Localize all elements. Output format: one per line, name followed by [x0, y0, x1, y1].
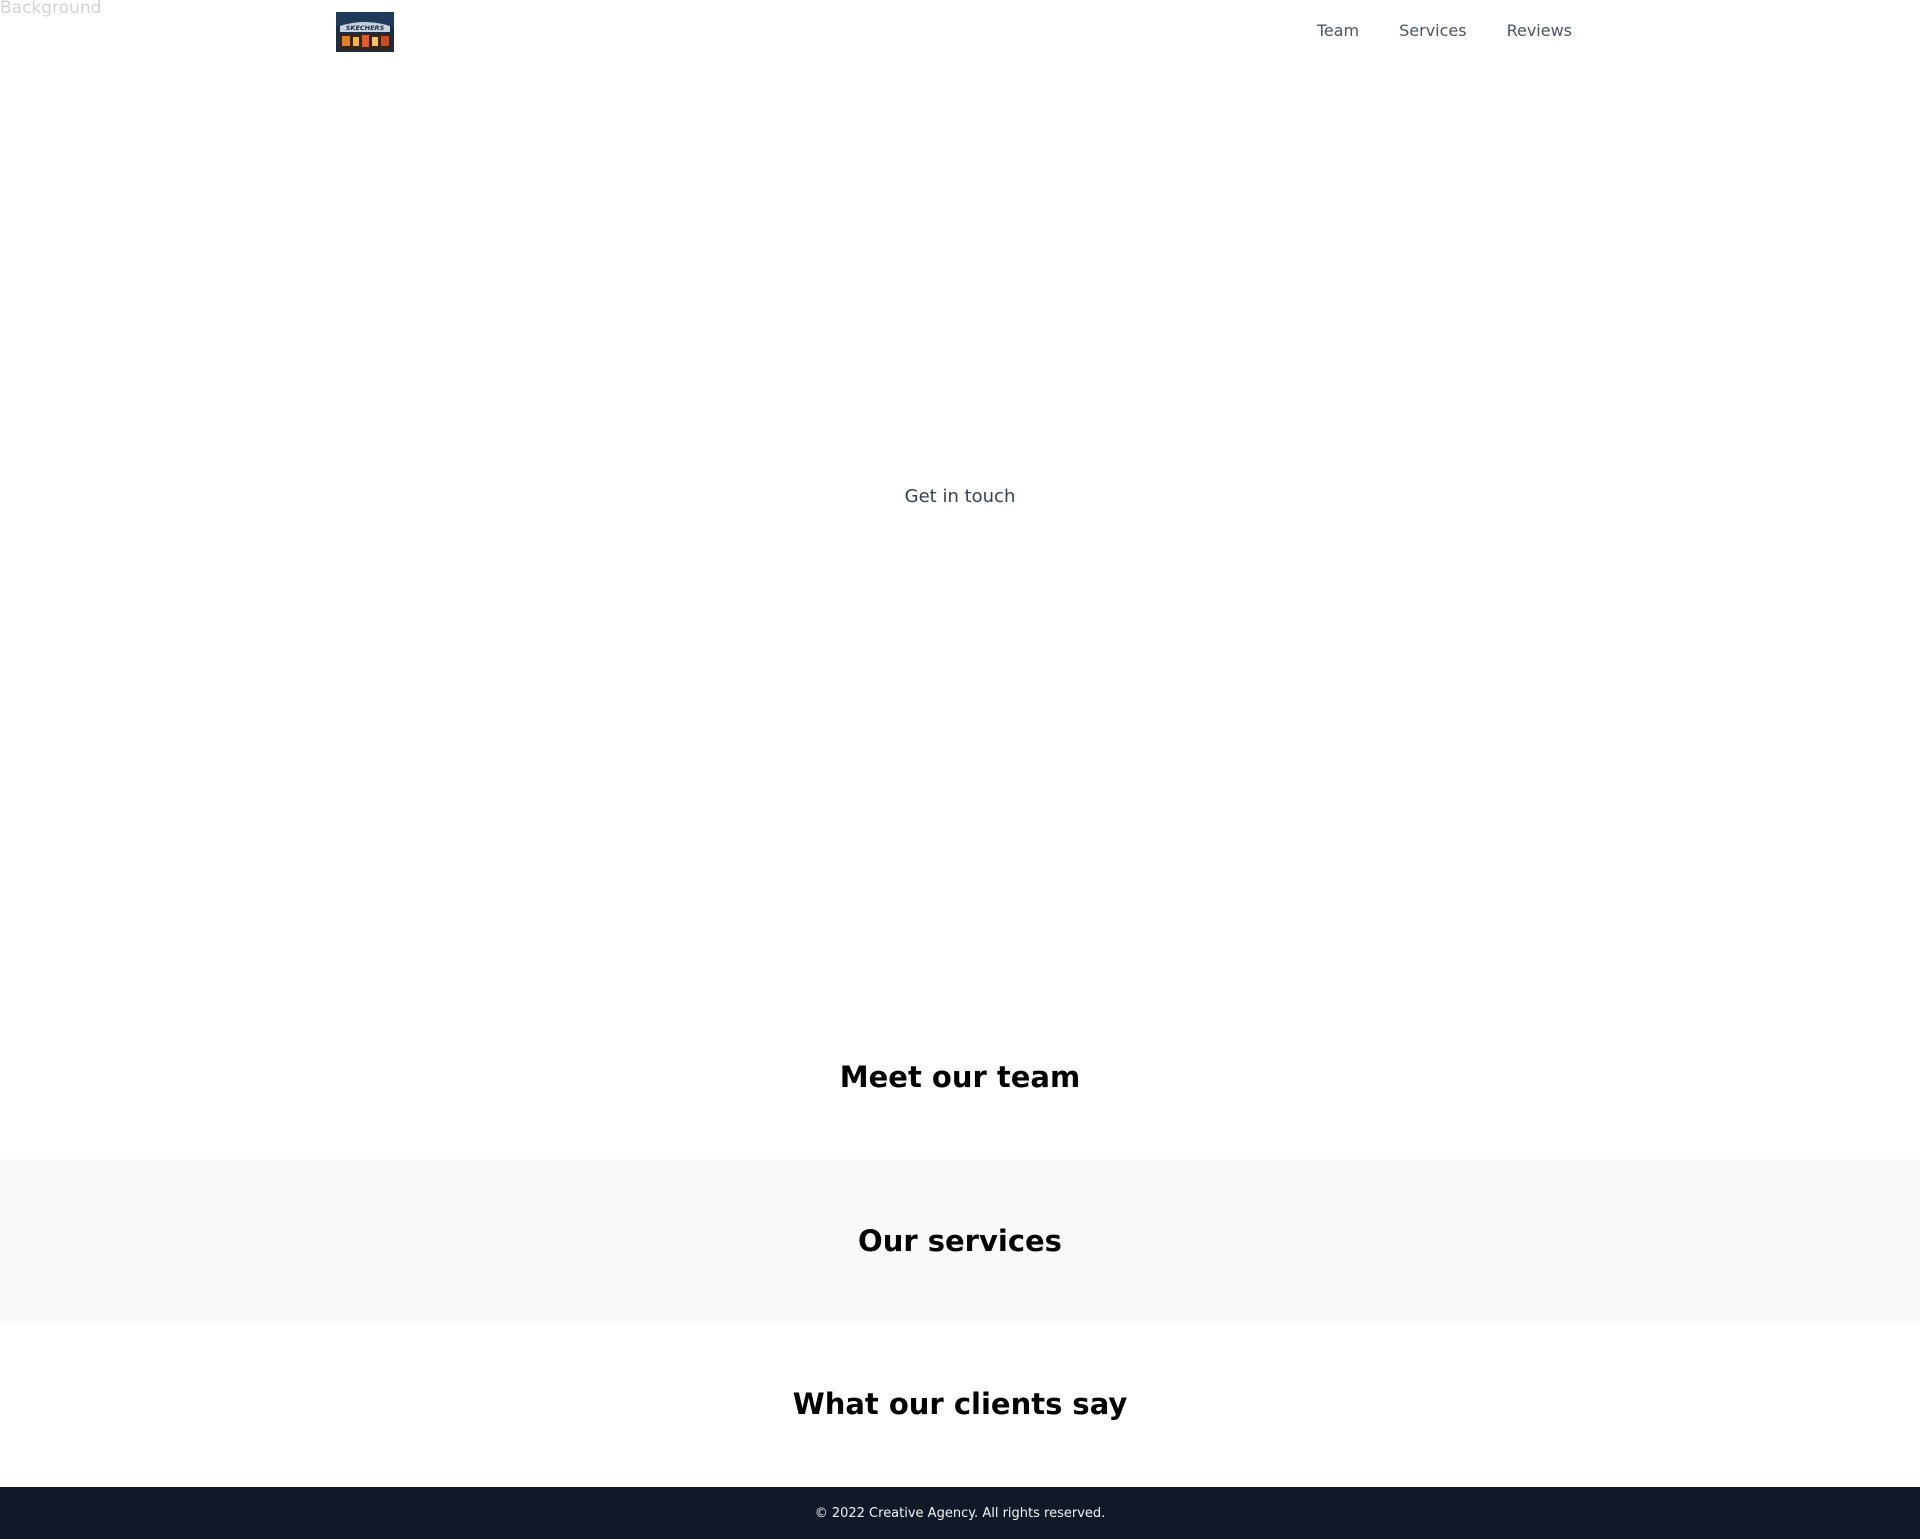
hero-cta-container: Get in touch [0, 486, 1920, 507]
footer-copyright: © 2022 Creative Agency. All rights reser… [814, 1505, 1106, 1521]
footer: © 2022 Creative Agency. All rights reser… [0, 1487, 1920, 1539]
services-section: Our services [0, 1159, 1920, 1323]
hero-section: Get in touch [0, 66, 1920, 996]
reviews-section-title: What our clients say [792, 1387, 1128, 1421]
reviews-section: What our clients say [0, 1323, 1920, 1487]
main-nav: Team Services Reviews [1317, 21, 1572, 40]
get-in-touch-button[interactable]: Get in touch [905, 486, 1016, 507]
logo[interactable]: SKECHERS [336, 12, 394, 52]
nav-link-reviews[interactable]: Reviews [1507, 21, 1572, 40]
navbar: SKECHERS Team Services Reviews [0, 0, 1920, 66]
nav-link-services[interactable]: Services [1399, 21, 1466, 40]
team-section: Meet our team [0, 996, 1920, 1159]
services-section-title: Our services [858, 1224, 1062, 1258]
team-section-title: Meet our team [839, 1060, 1081, 1094]
logo-text: SKECHERS [346, 24, 385, 32]
nav-link-team[interactable]: Team [1317, 21, 1359, 40]
